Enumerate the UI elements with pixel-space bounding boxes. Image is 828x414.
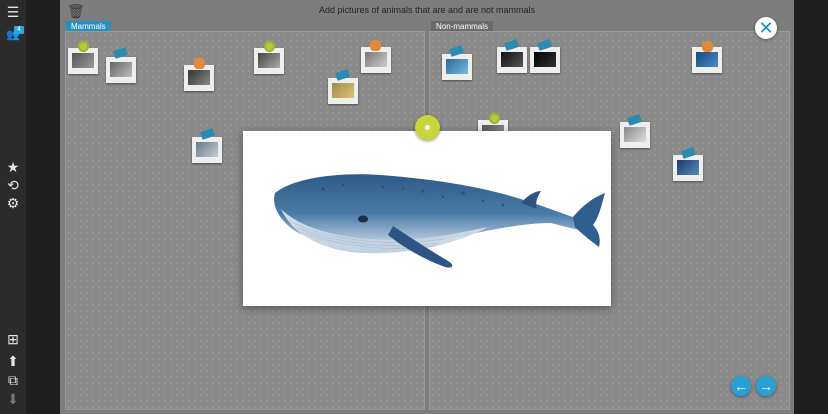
star-icon[interactable]: ★ — [0, 157, 26, 177]
expanded-picture[interactable] — [243, 131, 611, 306]
previous-button[interactable]: ← — [731, 376, 751, 396]
download-icon[interactable]: ⬇ — [0, 389, 26, 409]
whale-image — [274, 174, 605, 268]
board-title: Add pictures of animals that are and are… — [318, 5, 536, 15]
picture-card[interactable] — [530, 47, 560, 73]
left-sidebar: ☰ 👥 4 ★ ⟲ ⚙ ⊞ ⬆ ⧉ ⬇ — [0, 0, 26, 414]
overlay-pin-icon — [415, 115, 440, 140]
pin-icon — [194, 58, 205, 69]
picture-card[interactable] — [620, 122, 650, 148]
picture-card[interactable] — [328, 78, 358, 104]
picture-card[interactable] — [192, 137, 222, 163]
reload-icon[interactable]: ⟲ — [0, 175, 26, 195]
pin-icon — [489, 113, 500, 124]
picture-card[interactable] — [673, 155, 703, 181]
upload-icon[interactable]: ⬆ — [0, 351, 26, 371]
close-button[interactable]: ✕ — [755, 17, 777, 39]
pin-icon — [370, 40, 381, 51]
export-icon[interactable]: ⧉ — [0, 370, 26, 390]
pin-icon — [264, 41, 275, 52]
settings-icon[interactable]: ⚙ — [0, 193, 26, 213]
menu-icon[interactable]: ☰ — [0, 2, 26, 22]
pin-icon — [78, 41, 89, 52]
users-count-badge: 4 — [14, 26, 24, 34]
picture-card[interactable] — [442, 54, 472, 80]
trash-icon[interactable]: 🗑 — [67, 3, 85, 20]
picture-card[interactable] — [106, 57, 136, 83]
next-button[interactable]: → — [756, 376, 776, 396]
picture-card[interactable] — [497, 47, 527, 73]
add-panel-icon[interactable]: ⊞ — [0, 329, 26, 349]
pin-icon — [702, 41, 713, 52]
